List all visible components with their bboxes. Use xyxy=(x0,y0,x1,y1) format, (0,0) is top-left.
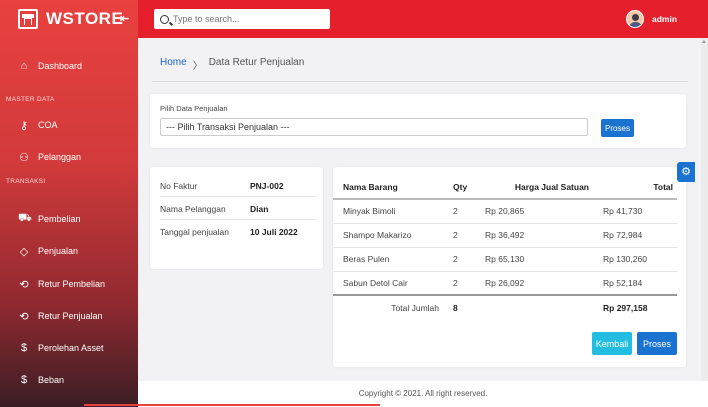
search-box[interactable] xyxy=(154,9,330,29)
sidebar-section-master-data: MASTER DATA xyxy=(6,96,55,103)
select-label: Pilih Data Penjualan xyxy=(160,104,228,113)
sidebar-section-transaksi: TRANSAKSI xyxy=(6,178,46,185)
cell-qty: 2 xyxy=(453,271,485,296)
info-row: No Faktur PNJ-002 xyxy=(160,175,316,197)
info-value: Dian xyxy=(250,203,269,214)
user-add-icon: ⚇ xyxy=(19,151,29,164)
money-icon: $ xyxy=(20,374,28,386)
tag-icon: ◇ xyxy=(19,245,29,258)
sidebar-item-retur-pembelian[interactable]: ⟲ Retur Pembelian xyxy=(0,273,138,295)
table-row: Minyak Bimoli 2 Rp 20,865 Rp 41,730 xyxy=(333,199,677,224)
return-items-card: Nama Barang Qty Harga Jual Satuan Total … xyxy=(333,167,686,367)
process-button[interactable]: Proses xyxy=(637,332,677,355)
info-label: Tanggal penjualan xyxy=(160,227,230,237)
sidebar-item-label: Retur Pembelian xyxy=(38,279,106,289)
cell-price: Rp 20,865 xyxy=(485,199,603,224)
sidebar-item-dashboard[interactable]: ⌂ Dashboard xyxy=(0,55,138,77)
info-label: No Faktur xyxy=(160,180,198,191)
total-label: Total Jumlah xyxy=(333,294,453,319)
sidebar-item-penjualan[interactable]: ◇ Penjualan xyxy=(0,240,138,262)
return-icon: ⟲ xyxy=(19,310,29,323)
table-row: Shampo Makarizo 2 Rp 36,492 Rp 72,984 xyxy=(333,223,677,248)
info-label: Nama Pelanggan xyxy=(160,203,226,214)
cell-qty: 2 xyxy=(453,199,485,224)
sidebar-item-coa[interactable]: ⚷ COA xyxy=(0,114,138,136)
sidebar-item-beban[interactable]: $ Beban xyxy=(0,369,138,391)
cart-icon: ⛟ xyxy=(18,212,32,224)
cell-item-name: Minyak Bimoli xyxy=(333,199,453,224)
cell-price: Rp 65,130 xyxy=(485,247,603,272)
sidebar-item-label: Perolehan Asset xyxy=(38,343,104,353)
sidebar-item-label: Pelanggan xyxy=(38,152,82,162)
sidebar-item-label: Dashboard xyxy=(38,61,83,71)
sidebar-item-retur-penjualan[interactable]: ⟲ Retur Penjualan xyxy=(0,305,138,327)
col-header-harga: Harga Jual Satuan xyxy=(485,175,603,200)
cell-price: Rp 36,492 xyxy=(485,223,603,248)
sale-transaction-select[interactable]: --- Pilih Transaksi Penjualan --- xyxy=(160,118,588,136)
sale-selector-card: Pilih Data Penjualan --- Pilih Transaksi… xyxy=(150,94,686,148)
scrollbar[interactable] xyxy=(701,38,708,407)
cell-total: Rp 130,260 xyxy=(603,247,677,272)
copyright-text: Copyright © 2021. All right reserved. xyxy=(358,389,488,398)
col-header-nama-barang: Nama Barang xyxy=(333,175,453,200)
store-icon xyxy=(18,9,38,29)
cell-total: Rp 72,984 xyxy=(603,223,677,248)
invoice-info-card: No Faktur PNJ-002 Nama Pelanggan Dian Ta… xyxy=(150,167,323,269)
sidebar-item-pelanggan[interactable]: ⚇ Pelanggan xyxy=(0,146,138,168)
search-icon xyxy=(160,14,169,24)
divider xyxy=(152,81,688,82)
return-icon: ⟲ xyxy=(19,278,29,291)
table-row: Beras Pulen 2 Rp 65,130 Rp 130,260 xyxy=(333,247,677,272)
cell-item-name: Sabun Detol Cair xyxy=(333,271,453,296)
cell-total: Rp 52,184 xyxy=(603,271,677,296)
total-row: Total Jumlah 8 Rp 297,158 xyxy=(333,294,677,319)
items-table: Nama Barang Qty Harga Jual Satuan Total … xyxy=(333,175,677,319)
sidebar-item-label: COA xyxy=(38,120,58,130)
table-row: Sabun Detol Cair 2 Rp 26,092 Rp 52,184 xyxy=(333,271,677,296)
brand[interactable]: WSTORE xyxy=(0,0,138,38)
sidebar-item-label: Beban xyxy=(38,375,65,385)
money-icon: $ xyxy=(20,342,28,354)
topbar: admin xyxy=(138,0,708,38)
brand-name: WSTORE xyxy=(46,9,124,28)
cell-qty: 2 xyxy=(453,223,485,248)
info-row: Tanggal penjualan 10 Juli 2022 xyxy=(160,221,316,243)
total-empty xyxy=(485,294,603,319)
breadcrumb-home[interactable]: Home xyxy=(160,57,187,72)
settings-gear-icon[interactable]: ⚙ xyxy=(677,162,695,182)
col-header-total: Total xyxy=(603,175,677,200)
load-sale-button[interactable]: Proses xyxy=(601,119,634,137)
back-button[interactable]: Kembali xyxy=(592,332,632,355)
sidebar-item-perolehan-asset[interactable]: $ Perolehan Asset xyxy=(0,337,138,359)
table-header-row: Nama Barang Qty Harga Jual Satuan Total xyxy=(333,175,677,200)
breadcrumb-separator: 〉 xyxy=(192,61,203,72)
cell-item-name: Beras Pulen xyxy=(333,247,453,272)
avatar[interactable] xyxy=(626,10,644,28)
cell-price: Rp 26,092 xyxy=(485,271,603,296)
cell-qty: 2 xyxy=(453,247,485,272)
total-value: Rp 297,158 xyxy=(603,294,677,319)
sidebar-item-label: Pembelian xyxy=(38,214,81,224)
breadcrumb: Home 〉 Data Retur Penjualan xyxy=(160,57,304,72)
home-icon: ⌂ xyxy=(20,60,28,72)
footer-accent-line xyxy=(84,404,380,406)
total-qty: 8 xyxy=(453,294,485,319)
sidebar-item-pembelian[interactable]: ⛟ Pembelian xyxy=(0,208,138,230)
sidebar: WSTORE ⇤ ⌂ Dashboard MASTER DATA ⚷ COA ⚇… xyxy=(0,0,138,407)
col-header-qty: Qty xyxy=(453,175,485,200)
info-row: Nama Pelanggan Dian xyxy=(160,198,316,220)
breadcrumb-current: Data Retur Penjualan xyxy=(208,57,305,68)
sidebar-item-label: Penjualan xyxy=(38,246,79,256)
collapse-sidebar-icon[interactable]: ⇤ xyxy=(120,12,129,25)
info-value: PNJ-002 xyxy=(250,180,284,191)
sidebar-item-label: Retur Penjualan xyxy=(38,311,103,321)
cell-total: Rp 41,730 xyxy=(603,199,677,224)
cell-item-name: Shampo Makarizo xyxy=(333,223,453,248)
user-name[interactable]: admin xyxy=(652,14,677,24)
key-icon: ⚷ xyxy=(19,119,29,132)
info-value: 10 Juli 2022 xyxy=(250,227,298,237)
search-input[interactable] xyxy=(173,14,323,24)
scroll-up-icon[interactable] xyxy=(702,40,706,43)
